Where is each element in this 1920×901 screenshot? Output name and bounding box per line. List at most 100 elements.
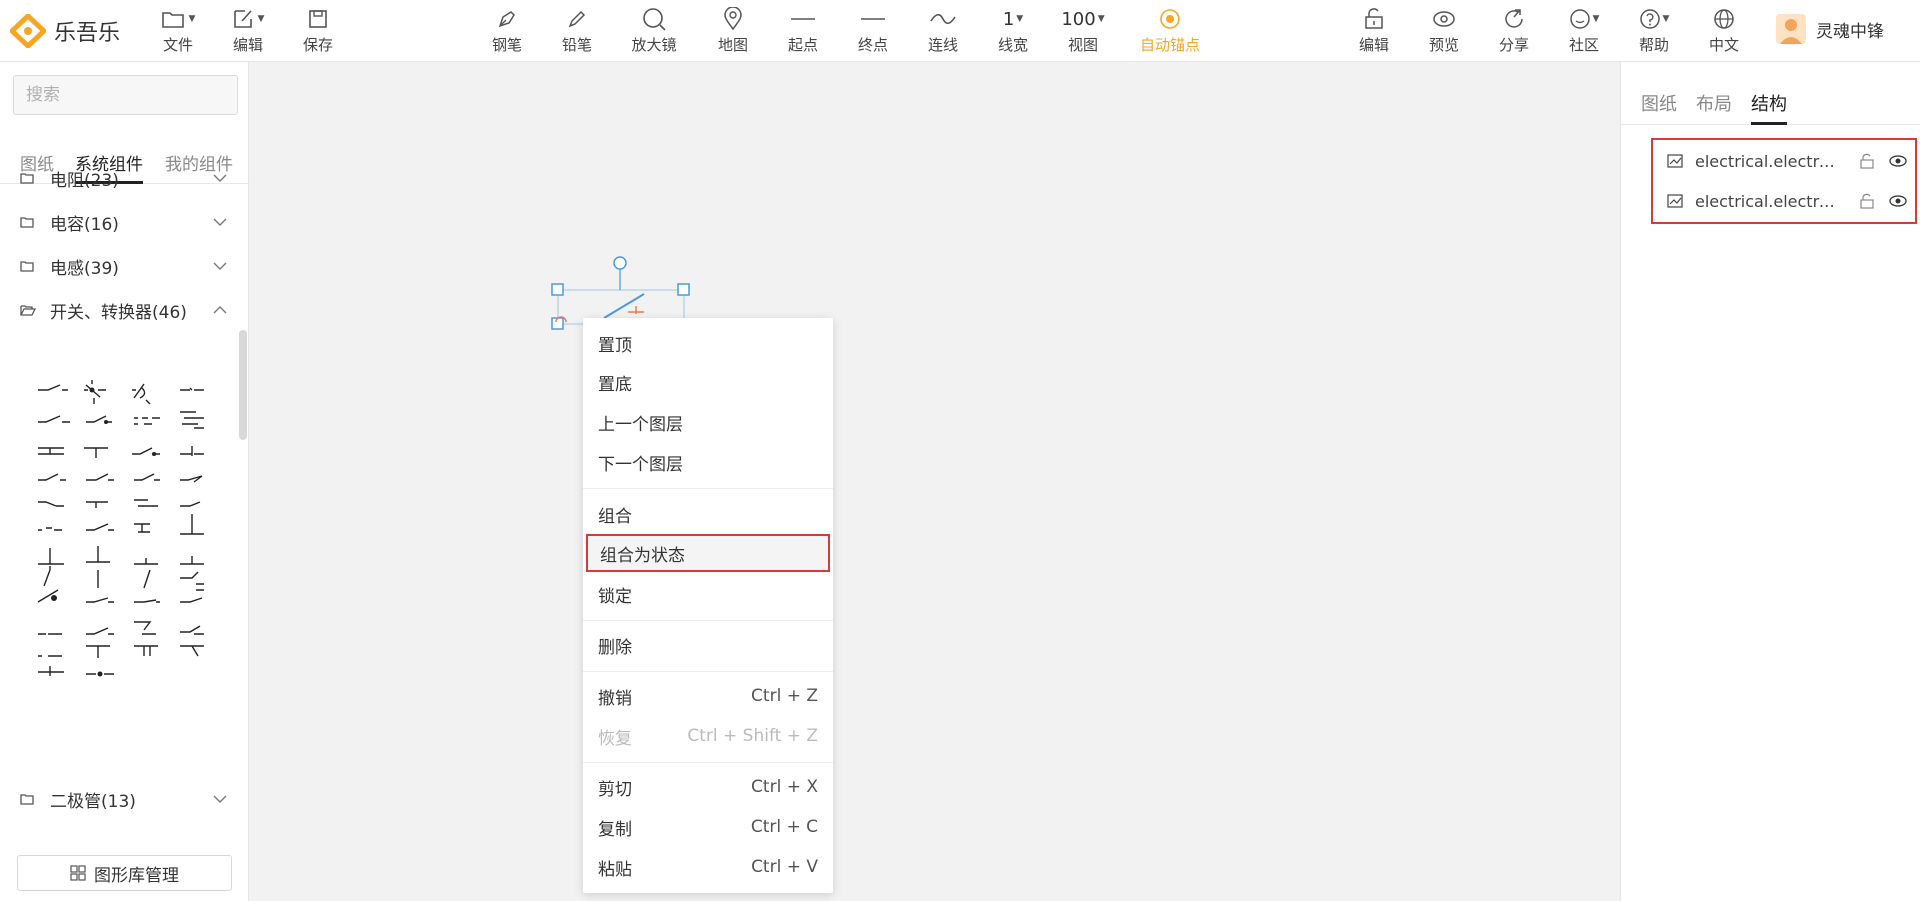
- switch-symbol: [132, 383, 151, 405]
- connect-line-button[interactable]: 连线: [913, 6, 973, 56]
- pencil-tool-button[interactable]: 铅笔: [547, 6, 607, 56]
- switch-symbol: [38, 447, 64, 455]
- save-icon: [309, 10, 327, 28]
- tab-layout[interactable]: 布局: [1696, 90, 1732, 116]
- menu-item-group-as-state[interactable]: 组合为状态: [586, 534, 830, 572]
- share-icon: [1505, 9, 1523, 28]
- end-point-button[interactable]: 终点: [843, 6, 903, 56]
- share-button[interactable]: 分享: [1484, 6, 1544, 56]
- switch-symbol: [86, 415, 112, 423]
- switch-contact: [152, 452, 156, 456]
- tab-drawing[interactable]: 图纸: [1641, 90, 1677, 116]
- menu-item-delete[interactable]: 删除: [583, 627, 833, 663]
- start-point-button[interactable]: 起点: [773, 6, 833, 56]
- category-capacitor[interactable]: 电容(16): [0, 204, 240, 240]
- tree-node-label: electrical.electro...: [1695, 191, 1843, 211]
- category-switch-converter[interactable]: 开关、转换器(46): [0, 292, 240, 328]
- switch-symbols: [37, 380, 204, 677]
- file-menu-button[interactable]: ▼ 文件: [148, 6, 208, 56]
- pen-tool-button[interactable]: 钢笔: [477, 6, 537, 56]
- switch-symbol: [134, 599, 160, 603]
- chevron-down-icon: [213, 218, 227, 226]
- switch-symbol: [84, 447, 108, 458]
- switch-symbol: [86, 523, 114, 531]
- menu-item-lock[interactable]: 锁定: [583, 576, 833, 612]
- menu-item-group[interactable]: 组合: [583, 496, 833, 532]
- switch-symbol: [180, 645, 204, 657]
- switch-symbol: [134, 523, 150, 533]
- tree-node-label: electrical.electro...: [1695, 151, 1843, 171]
- menu-item-bring-to-top[interactable]: 置顶: [583, 325, 833, 361]
- menu-item-cut[interactable]: 剪切 Ctrl + X: [583, 769, 833, 805]
- right-panel-tabs: 图纸 布局 结构: [1621, 62, 1920, 125]
- preview-button[interactable]: 预览: [1414, 6, 1474, 56]
- switch-symbol: [38, 415, 70, 423]
- eye-icon[interactable]: [1889, 154, 1907, 168]
- menu-item-paste[interactable]: 粘贴 Ctrl + V: [583, 849, 833, 885]
- menu-divider: [583, 488, 833, 489]
- switch-symbol: [86, 597, 114, 603]
- category-resistor[interactable]: 电阻(23): [0, 160, 240, 196]
- menu-item-layer-down[interactable]: 下一个图层: [583, 444, 833, 480]
- category-label: 开关、转换器(46): [50, 302, 187, 323]
- switch-symbol: [180, 475, 203, 483]
- lock-edit-button[interactable]: 编辑: [1344, 6, 1404, 56]
- tab-structure[interactable]: 结构: [1751, 90, 1787, 125]
- chevron-down-icon: [213, 174, 227, 182]
- tree-node[interactable]: electrical.electro...: [1653, 142, 1915, 180]
- language-button[interactable]: 中文: [1694, 6, 1754, 56]
- community-menu-button[interactable]: ▼ 社区: [1554, 6, 1614, 56]
- auto-anchor-toggle[interactable]: 自动锚点: [1140, 6, 1200, 56]
- magnifier-icon: [643, 8, 666, 31]
- menu-item-send-to-bottom[interactable]: 置底: [583, 364, 833, 400]
- eye-icon[interactable]: [1889, 194, 1907, 208]
- menu-item-layer-up[interactable]: 上一个图层: [583, 404, 833, 440]
- menu-item-copy[interactable]: 复制 Ctrl + C: [583, 809, 833, 845]
- switch-symbol: [134, 473, 160, 481]
- caret-down-icon: ▼: [1097, 14, 1105, 24]
- menu-item-redo[interactable]: 恢复 Ctrl + Shift + Z: [583, 718, 833, 754]
- menu-divider: [583, 671, 833, 672]
- lock-icon[interactable]: [1859, 153, 1875, 169]
- save-button[interactable]: 保存: [288, 6, 348, 56]
- lock-icon[interactable]: [1859, 193, 1875, 209]
- edit-icon: [233, 10, 252, 28]
- edit-menu-button[interactable]: ▼ 编辑: [218, 6, 278, 56]
- map-tool-button[interactable]: 地图: [703, 6, 763, 56]
- grid-icon: [70, 865, 86, 881]
- drawing-canvas[interactable]: [250, 62, 1620, 901]
- help-menu-button[interactable]: ▼ 帮助: [1624, 6, 1684, 56]
- switch-symbol: [180, 446, 204, 456]
- search-input[interactable]: [26, 85, 245, 105]
- line-width-select[interactable]: 1 ▼ 线宽: [983, 6, 1043, 56]
- eye-icon: [1433, 11, 1455, 27]
- magnifier-tool-button[interactable]: 放大镜: [624, 6, 684, 56]
- structure-tree: electrical.electro... electrical.electro…: [1651, 138, 1917, 224]
- switch-symbol: [180, 514, 204, 535]
- switch-symbol: [38, 501, 64, 507]
- folder-icon: [20, 173, 34, 184]
- anchor-icon: [1160, 9, 1180, 29]
- menu-item-undo[interactable]: 撤销 Ctrl + Z: [583, 678, 833, 714]
- user-profile[interactable]: 灵魂中锋: [1776, 14, 1884, 44]
- library-manage-button[interactable]: 图形库管理: [17, 855, 232, 891]
- switch-symbol: [38, 666, 64, 676]
- view-zoom-select[interactable]: 100 ▼ 视图: [1053, 6, 1113, 56]
- switch-contact: [51, 595, 57, 601]
- sidebar-scrollbar[interactable]: [239, 330, 247, 440]
- folder-open-icon: [20, 305, 36, 316]
- switch-symbol: [38, 384, 68, 391]
- pen-icon: [498, 11, 515, 28]
- category-inductor[interactable]: 电感(39): [0, 248, 240, 284]
- menu-divider: [583, 762, 833, 763]
- switch-contact: [89, 387, 95, 393]
- switch-symbol: [180, 597, 203, 603]
- globe-icon: [1714, 9, 1734, 29]
- category-diode[interactable]: 二极管(13): [0, 781, 240, 817]
- switch-symbol: [143, 569, 151, 589]
- tree-node[interactable]: electrical.electro...: [1653, 182, 1915, 220]
- help-icon: [1639, 9, 1660, 29]
- switch-symbol: [132, 447, 160, 455]
- chart-line-icon: [1667, 194, 1683, 208]
- app-logo[interactable]: 乐吾乐: [10, 12, 120, 50]
